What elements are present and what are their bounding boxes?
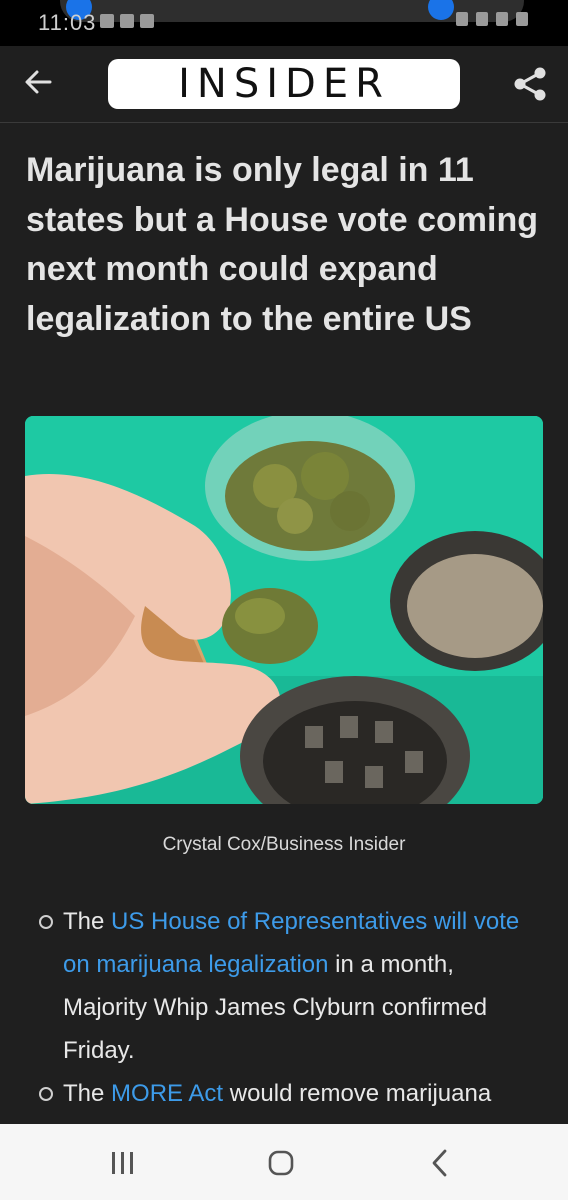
recent-apps-icon[interactable] <box>108 1150 138 1176</box>
summary-bullet-list: The US House of Representatives will vot… <box>0 900 568 1115</box>
summary-bullet: The MORE Act would remove marijuana <box>0 1072 568 1115</box>
home-icon[interactable] <box>268 1150 294 1176</box>
status-bar: 11:03 <box>0 0 568 46</box>
system-icons <box>456 12 528 26</box>
bullet-text: The <box>63 908 112 935</box>
chevron-left-icon[interactable] <box>430 1148 450 1178</box>
summary-bullet: The US House of Representatives will vot… <box>0 900 568 1072</box>
wifi-icon <box>476 12 488 26</box>
bullet-text: would remove marijuana <box>223 1080 492 1107</box>
notification-dot-icon <box>428 0 454 20</box>
bullet-text: The <box>63 1080 112 1107</box>
article-headline: Marijuana is only legal in 11 states but… <box>26 151 538 338</box>
notification-icon <box>120 14 134 28</box>
image-caption: Crystal Cox/Business Insider <box>162 834 406 855</box>
status-time: 11:03 <box>38 10 97 35</box>
notification-icon <box>100 14 114 28</box>
insider-logo[interactable]: INSIDER <box>108 59 460 109</box>
app-bar: INSIDER <box>0 46 568 123</box>
notification-icon <box>140 14 154 28</box>
notification-icons <box>100 14 154 28</box>
article-hero-image <box>25 416 543 804</box>
system-nav-bar <box>0 1124 568 1200</box>
bullet-circle-icon <box>39 1087 53 1101</box>
alarm-icon <box>456 12 468 26</box>
battery-icon <box>516 12 528 26</box>
logo-text: INSIDER <box>178 61 390 107</box>
arrow-left-icon[interactable] <box>20 64 56 100</box>
share-icon[interactable] <box>510 64 550 104</box>
bullet-circle-icon <box>39 915 53 929</box>
bullet-link[interactable]: MORE Act <box>111 1080 223 1107</box>
signal-icon <box>496 12 508 26</box>
